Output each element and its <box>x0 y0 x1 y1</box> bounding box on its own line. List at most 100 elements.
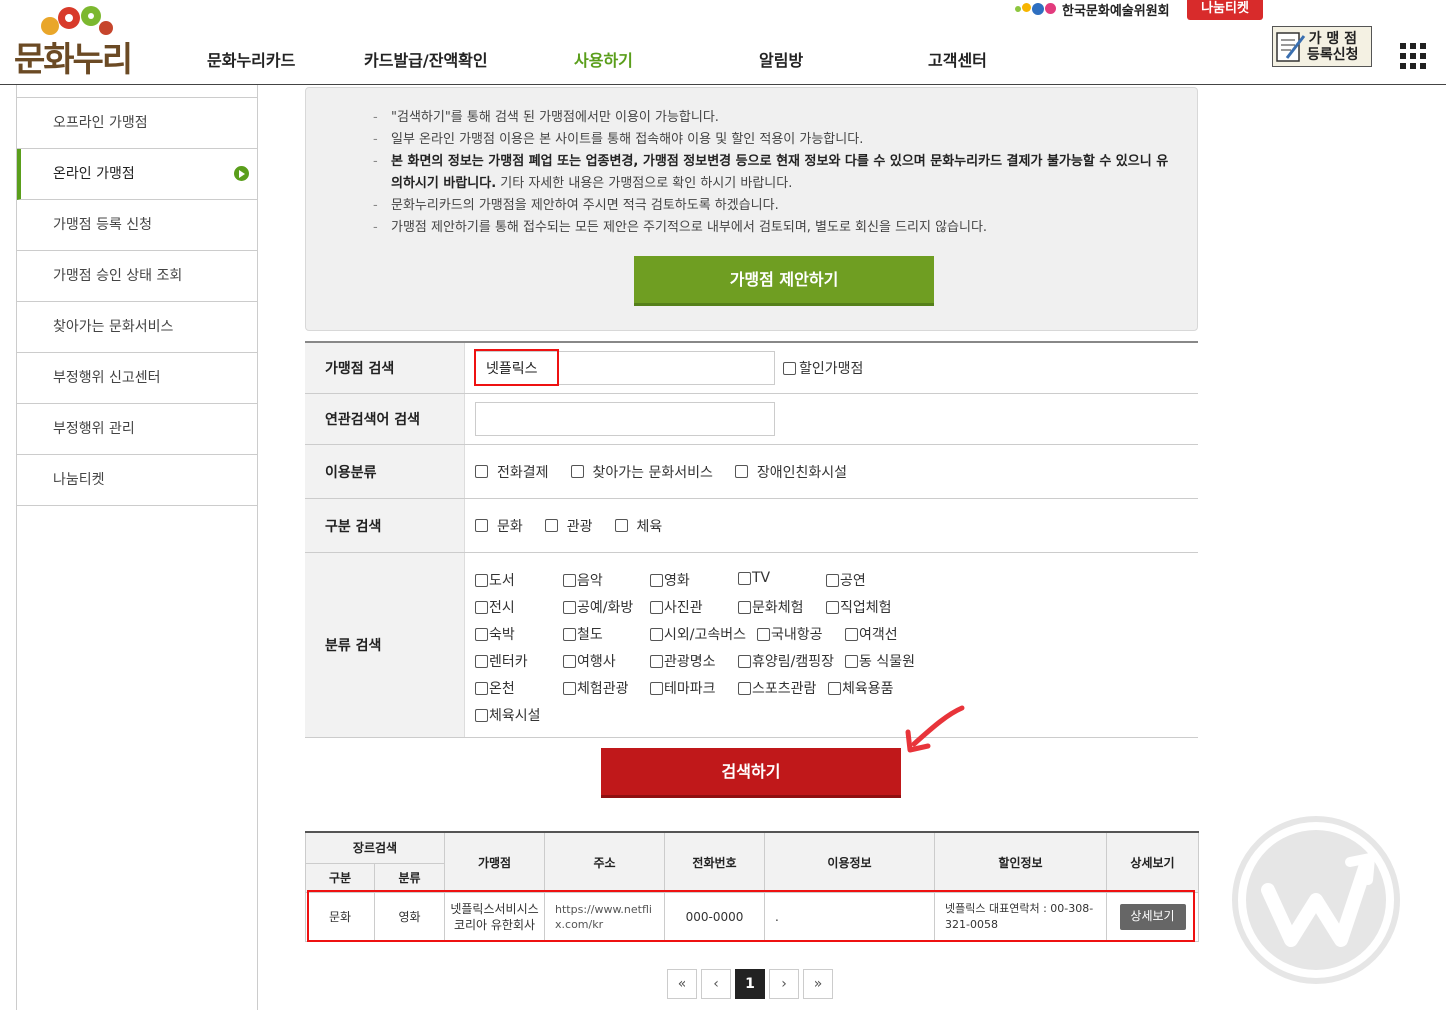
category-checkbox[interactable]: 여행사 <box>563 651 616 671</box>
arrow-right-circle-icon <box>234 166 249 181</box>
usage-checkbox-visiting[interactable]: 찾아가는 문화서비스 <box>570 462 713 482</box>
checkbox-icon <box>738 654 751 668</box>
checkbox-label: 전화결제 <box>497 464 549 481</box>
discount-store-checkbox[interactable]: 할인가맹점 <box>783 358 863 378</box>
nav-card-issue[interactable]: 카드발급/잔액확인 <box>364 47 488 71</box>
checkbox-label: 영화 <box>664 573 690 589</box>
nav-culture-card[interactable]: 문화누리카드 <box>207 47 295 71</box>
sidebar-item-online-store[interactable]: 온라인 가맹점 <box>17 149 257 200</box>
category-checkbox[interactable]: 체육시설 <box>475 705 541 725</box>
checkbox-label: 시외/고속버스 <box>664 627 746 643</box>
division-checkbox-culture[interactable]: 문화 <box>475 516 523 536</box>
checkbox-label: 관광명소 <box>664 654 716 670</box>
pen-note-icon <box>1276 31 1306 62</box>
category-checkbox[interactable]: 체험관광 <box>563 678 629 698</box>
all-menu-grid-icon[interactable] <box>1400 43 1426 69</box>
division-checkbox-sports[interactable]: 체육 <box>614 516 662 536</box>
category-checkbox[interactable]: 음악 <box>563 570 603 590</box>
notice-list: "검색하기"를 통해 검색 된 가맹점에서만 이용이 가능합니다. 일부 온라인… <box>373 107 1173 239</box>
checkbox-label: 체험관광 <box>577 681 629 697</box>
division-checkbox-tourism[interactable]: 관광 <box>544 516 593 536</box>
checkbox-icon <box>563 627 576 641</box>
category-checkbox[interactable]: 문화체험 <box>738 597 804 617</box>
page-current-button[interactable]: 1 <box>735 969 765 999</box>
page-prev-button[interactable]: ‹ <box>701 969 731 999</box>
propose-store-button[interactable]: 가맹점 제안하기 <box>634 256 934 306</box>
nav-customer-center[interactable]: 고객센터 <box>928 47 987 71</box>
checkbox-icon <box>570 465 584 478</box>
category-checkbox[interactable]: 직업체험 <box>826 597 892 617</box>
usage-label: 이용분류 <box>305 445 465 498</box>
page-first-button[interactable]: « <box>667 969 697 999</box>
sidebar-item-fraud-report[interactable]: 부정행위 신고센터 <box>17 353 257 404</box>
category-checkbox[interactable]: 동 식물원 <box>845 651 915 671</box>
checkbox-icon <box>845 627 858 641</box>
category-checkbox[interactable]: 체육용품 <box>828 678 894 698</box>
category-checkbox[interactable]: 공예/화방 <box>563 597 633 617</box>
col-division-header: 구분 <box>305 863 375 893</box>
site-header: 문화누리 문화누리카드 카드발급/잔액확인 사용하기 알림방 고객센터 한국문화… <box>0 0 1446 85</box>
division-label: 구분 검색 <box>305 499 465 552</box>
category-checkbox[interactable]: 사진관 <box>650 597 703 617</box>
nav-usage[interactable]: 사용하기 <box>574 47 633 71</box>
red-arrow-annotation-icon <box>905 705 965 753</box>
checkbox-icon <box>650 654 663 668</box>
search-button[interactable]: 검색하기 <box>601 748 901 798</box>
category-checkbox[interactable]: 숙박 <box>475 624 515 644</box>
category-checkbox[interactable]: 테마파크 <box>650 678 716 698</box>
logo[interactable]: 문화누리 <box>14 4 134 80</box>
related-keyword-input[interactable] <box>475 402 775 436</box>
category-checkbox[interactable]: 도서 <box>475 570 515 590</box>
checkbox-icon <box>475 654 488 668</box>
category-checkbox[interactable]: 스포츠관람 <box>738 678 816 698</box>
col-phone-header: 전화번호 <box>664 832 766 893</box>
arko-name: 한국문화예술위원회 <box>1062 3 1170 19</box>
checkbox-icon <box>828 681 841 695</box>
checkbox-label: 관광 <box>566 518 593 535</box>
category-checkbox[interactable]: 시외/고속버스 <box>650 624 746 644</box>
usage-checkbox-phone[interactable]: 전화결제 <box>475 462 549 482</box>
sidebar-item-fraud-manage[interactable]: 부정행위 관리 <box>17 404 257 455</box>
col-category-header: 분류 <box>373 863 446 893</box>
checkbox-icon <box>614 519 628 532</box>
nanum-ticket-logo[interactable]: 나눔티켓 <box>1187 0 1263 20</box>
notice-item: 가맹점 제안하기를 통해 접수되는 모든 제안은 주기적으로 내부에서 검토되며… <box>373 217 1173 239</box>
sidebar-item-label: 나눔티켓 <box>53 472 105 488</box>
result-highlight-box <box>307 890 1195 942</box>
page-last-button[interactable]: » <box>803 969 833 999</box>
sidebar-item-nanum-ticket[interactable]: 나눔티켓 <box>17 455 257 506</box>
arko-logo[interactable]: 한국문화예술위원회 <box>1015 0 1170 19</box>
store-register-button[interactable]: 가 맹 점 등록신청 <box>1272 26 1372 67</box>
category-checkbox[interactable]: TV <box>738 570 770 586</box>
sidebar-item-store-register[interactable]: 가맹점 등록 신청 <box>17 200 257 251</box>
register-line2: 등록신청 <box>1307 46 1359 63</box>
row-related-keyword: 연관검색어 검색 <box>305 394 1198 445</box>
page-next-button[interactable]: › <box>769 969 799 999</box>
category-checkbox[interactable]: 온천 <box>475 678 515 698</box>
category-checkbox[interactable]: 여객선 <box>845 624 898 644</box>
checkbox-label: 문화체험 <box>752 600 804 616</box>
checkbox-label: 체육시설 <box>489 708 541 724</box>
category-checkbox[interactable]: 렌터카 <box>475 651 528 671</box>
register-line1: 가 맹 점 <box>1308 30 1357 47</box>
usage-checkbox-accessible[interactable]: 장애인친화시설 <box>734 462 847 482</box>
checkbox-icon <box>734 465 748 478</box>
sidebar-item-approval-status[interactable]: 가맹점 승인 상태 조회 <box>17 251 257 302</box>
checkbox-label: TV <box>752 570 771 586</box>
category-checkbox[interactable]: 철도 <box>563 624 603 644</box>
nav-notice[interactable]: 알림방 <box>759 47 803 71</box>
table-header-row: 장르검색 가맹점 주소 전화번호 이용정보 할인정보 상세보기 <box>304 832 1200 893</box>
checkbox-icon <box>650 600 663 614</box>
notice-item: "검색하기"를 통해 검색 된 가맹점에서만 이용이 가능합니다. <box>373 107 1173 129</box>
category-checkbox[interactable]: 관광명소 <box>650 651 716 671</box>
category-checkbox[interactable]: 전시 <box>475 597 515 617</box>
category-checkbox[interactable]: 영화 <box>650 570 690 590</box>
category-checkbox[interactable]: 휴양림/캠핑장 <box>738 651 834 671</box>
checkbox-icon <box>475 465 488 478</box>
category-checkbox[interactable]: 공연 <box>826 570 866 590</box>
sidebar-item-visiting-service[interactable]: 찾아가는 문화서비스 <box>17 302 257 353</box>
checkbox-icon <box>563 681 576 695</box>
sidebar-item-offline-store[interactable]: 오프라인 가맹점 <box>17 98 257 149</box>
category-checkbox[interactable]: 국내항공 <box>757 624 823 644</box>
checkbox-label: 공예/화방 <box>577 600 634 616</box>
